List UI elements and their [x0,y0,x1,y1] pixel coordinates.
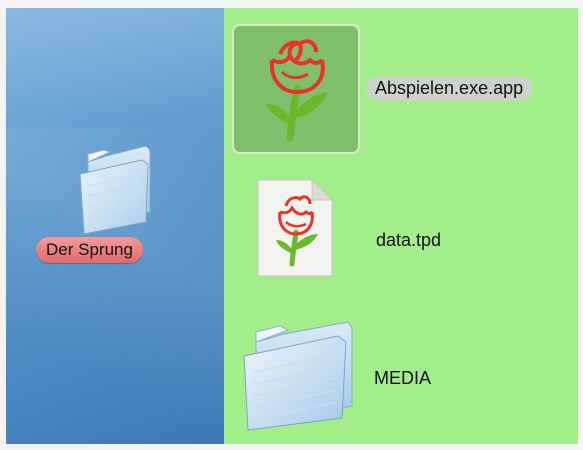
rose-app-icon [266,39,328,142]
file-label-abspielen[interactable]: Abspielen.exe.app [366,76,533,101]
folder-label-media[interactable]: MEDIA [374,368,431,389]
folder-icon [243,321,353,431]
desktop-folder-label[interactable]: Der Sprung [36,237,143,263]
folder-icon [79,145,151,235]
desktop-area: Der Sprung [6,8,224,444]
file-item-abspielen[interactable] [242,30,352,148]
file-item-data-tpd[interactable] [254,176,336,280]
file-label-data-tpd[interactable]: data.tpd [376,230,441,251]
rose-document-icon [257,178,334,277]
finder-icon-view: Abspielen.exe.app data.tpd MEDIA [224,8,578,444]
folder-item-media[interactable] [238,320,358,432]
desktop-folder-der-sprung[interactable] [76,142,156,237]
